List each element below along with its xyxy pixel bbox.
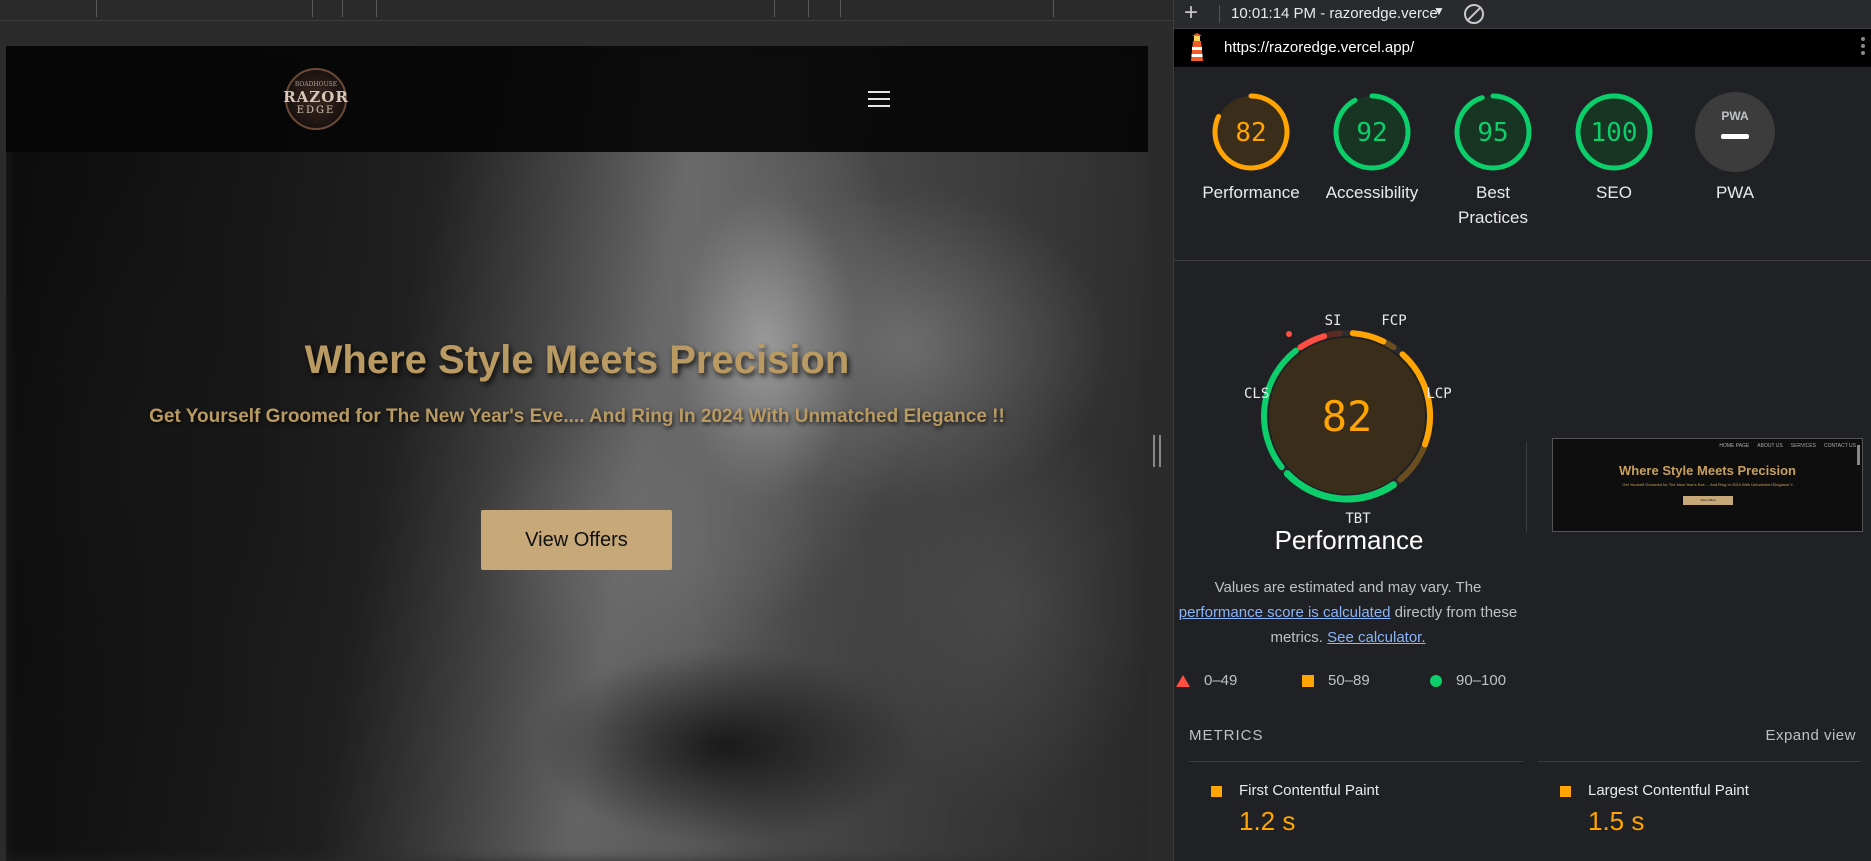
ruler-tick: [774, 0, 775, 17]
page-preview-pane: ROADHOUSE RAZOR EDGE Where Style Meets P…: [0, 0, 1173, 861]
performance-title: Performance: [1274, 525, 1424, 555]
hero-overlay: [6, 46, 1148, 861]
hero-title: Where Style Meets Precision: [304, 338, 850, 382]
logo-main-text: RAZOR: [283, 88, 349, 106]
view-offers-button[interactable]: View Offers: [481, 510, 672, 570]
metrics-title: METRICS: [1189, 727, 1264, 744]
gauge-label: Accessibility: [1325, 183, 1419, 202]
thumbnail-subtitle: Get Yourself Groomed for The New Year's …: [1622, 482, 1793, 487]
metric-name: Largest Contentful Paint: [1588, 782, 1749, 799]
legend-range: 50–89: [1328, 672, 1370, 689]
score-calculated-link[interactable]: performance score is calculated: [1179, 604, 1391, 621]
score-legend: 0–49 50–89 90–100: [1174, 670, 1534, 694]
gauge-accessibility[interactable]: 92 Accessibility: [1307, 92, 1437, 205]
ruler-tick: [376, 0, 377, 17]
thumbnail-nav-item: HOME PAGE: [1719, 443, 1750, 449]
report-selector[interactable]: 10:01:14 PM - razoredge.verce: [1231, 5, 1438, 22]
gauge-ring: 95: [1454, 93, 1532, 171]
square-icon: [1302, 674, 1314, 687]
more-options-icon[interactable]: [1861, 37, 1865, 55]
ruler-tick: [808, 0, 809, 17]
ruler-tick: [840, 0, 841, 17]
pwa-badge-icon: PWA: [1695, 92, 1775, 172]
gauge-label: Performance: [1202, 183, 1300, 202]
gauge-ring: 82: [1212, 93, 1290, 171]
thumbnail-nav-item: CONTACT US: [1823, 443, 1856, 449]
lighthouse-icon: [1191, 33, 1203, 61]
thumbnail-nav: HOME PAGE ABOUT US SERVICES CONTACT US: [1557, 443, 1856, 453]
plus-icon[interactable]: +: [1184, 1, 1198, 25]
metrics-header: METRICS Expand view: [1189, 724, 1856, 744]
gauge-pwa[interactable]: PWA PWA: [1670, 92, 1800, 205]
block-icon[interactable]: [1464, 4, 1484, 24]
gauge-ring: 92: [1333, 93, 1411, 171]
metric-largest-contentful-paint: Largest Contentful Paint 1.5 s: [1538, 761, 1861, 861]
site-logo[interactable]: ROADHOUSE RAZOR EDGE: [283, 68, 349, 130]
gauge-label: Best Practices: [1458, 183, 1528, 227]
description-text: Values are estimated and may vary. The: [1214, 579, 1482, 596]
thumbnail-scrollbar: [1857, 445, 1860, 465]
gauge-score: 100: [1591, 118, 1638, 148]
gauge-best-practices[interactable]: 95 Best Practices: [1428, 92, 1558, 230]
gauge-score: 92: [1356, 118, 1387, 148]
legend-average: 50–89: [1302, 672, 1370, 689]
metric-value: 1.5 s: [1588, 806, 1645, 836]
see-calculator-link[interactable]: See calculator.: [1327, 629, 1425, 646]
legend-range: 0–49: [1204, 672, 1238, 689]
report-url-bar: https://razoredge.vercel.app/: [1174, 29, 1871, 67]
pwa-icon-text: PWA: [1721, 109, 1749, 123]
legend-fail: 0–49: [1176, 672, 1237, 689]
ruler-tick: [342, 0, 343, 17]
toolbar-separator: [1219, 5, 1220, 23]
metric-value: 1.2 s: [1239, 806, 1296, 836]
lighthouse-toolbar: + 10:01:14 PM - razoredge.verce ▼: [1174, 0, 1871, 29]
gauge-label: SEO: [1596, 183, 1632, 202]
site-navbar: ROADHOUSE RAZOR EDGE: [6, 46, 1148, 152]
performance-score: 82: [1322, 392, 1373, 441]
site-viewport[interactable]: ROADHOUSE RAZOR EDGE Where Style Meets P…: [6, 46, 1148, 861]
triangle-down-icon[interactable]: ▼: [1433, 4, 1445, 18]
thumbnail-title: Where Style Meets Precision: [1618, 463, 1796, 478]
gauge-performance[interactable]: 82 Performance: [1186, 92, 1316, 205]
expand-view-toggle[interactable]: Expand view: [1765, 727, 1856, 744]
metric-name: First Contentful Paint: [1239, 782, 1380, 799]
thumbnail-button: View Offers: [1683, 496, 1733, 505]
triangle-icon: [1176, 674, 1190, 687]
performance-section: SI FCP LCP TBT CLS 82 Performance Values…: [1174, 262, 1871, 722]
hamburger-menu-icon[interactable]: [868, 91, 890, 107]
pane-resize-handle[interactable]: [1153, 435, 1161, 467]
square-icon: [1211, 786, 1222, 797]
metric-first-contentful-paint: First Contentful Paint 1.2 s: [1189, 761, 1523, 861]
ruler-tick: [96, 0, 97, 17]
gauge-label-si: SI: [1325, 313, 1342, 329]
gauge-label: PWA: [1715, 183, 1755, 202]
thumbnail-nav-item: SERVICES: [1790, 443, 1816, 449]
gauge-label-tbt: TBT: [1345, 511, 1371, 526]
lighthouse-panel: + 10:01:14 PM - razoredge.verce ▼ https:…: [1174, 0, 1871, 861]
screenshot-separator: [1526, 442, 1527, 532]
performance-metric-gauge: SI FCP LCP TBT CLS 82: [1244, 313, 1452, 526]
final-screenshot-thumbnail[interactable]: HOME PAGE ABOUT US SERVICES CONTACT US W…: [1552, 438, 1863, 532]
ruler-tick: [312, 0, 313, 17]
gauge-label-cls: CLS: [1244, 386, 1269, 402]
gauge-label-fcp: FCP: [1381, 313, 1406, 329]
gauge-ring: 100: [1575, 93, 1653, 171]
gauge-label-lcp: LCP: [1426, 386, 1451, 402]
circle-icon: [1430, 674, 1442, 687]
performance-description: Values are estimated and may vary. The p…: [1174, 575, 1522, 650]
gauge-score: 95: [1477, 118, 1508, 148]
top-ruler: [0, 0, 1173, 21]
hero-subtitle: Get Yourself Groomed for The New Year's …: [149, 406, 1005, 427]
logo-bottom-text: EDGE: [296, 105, 336, 116]
report-url-link[interactable]: https://razoredge.vercel.app/: [1224, 39, 1414, 56]
legend-range: 90–100: [1456, 672, 1507, 689]
gauge-seo[interactable]: 100 SEO: [1549, 92, 1679, 205]
gauge-score: 82: [1235, 118, 1266, 148]
square-icon: [1560, 786, 1571, 797]
category-gauges: 82 Performance 92 Accessibility 95 Best …: [1174, 68, 1871, 261]
ruler-tick: [1053, 0, 1054, 17]
thumbnail-nav-item: ABOUT US: [1757, 443, 1783, 449]
legend-pass: 90–100: [1430, 672, 1506, 689]
